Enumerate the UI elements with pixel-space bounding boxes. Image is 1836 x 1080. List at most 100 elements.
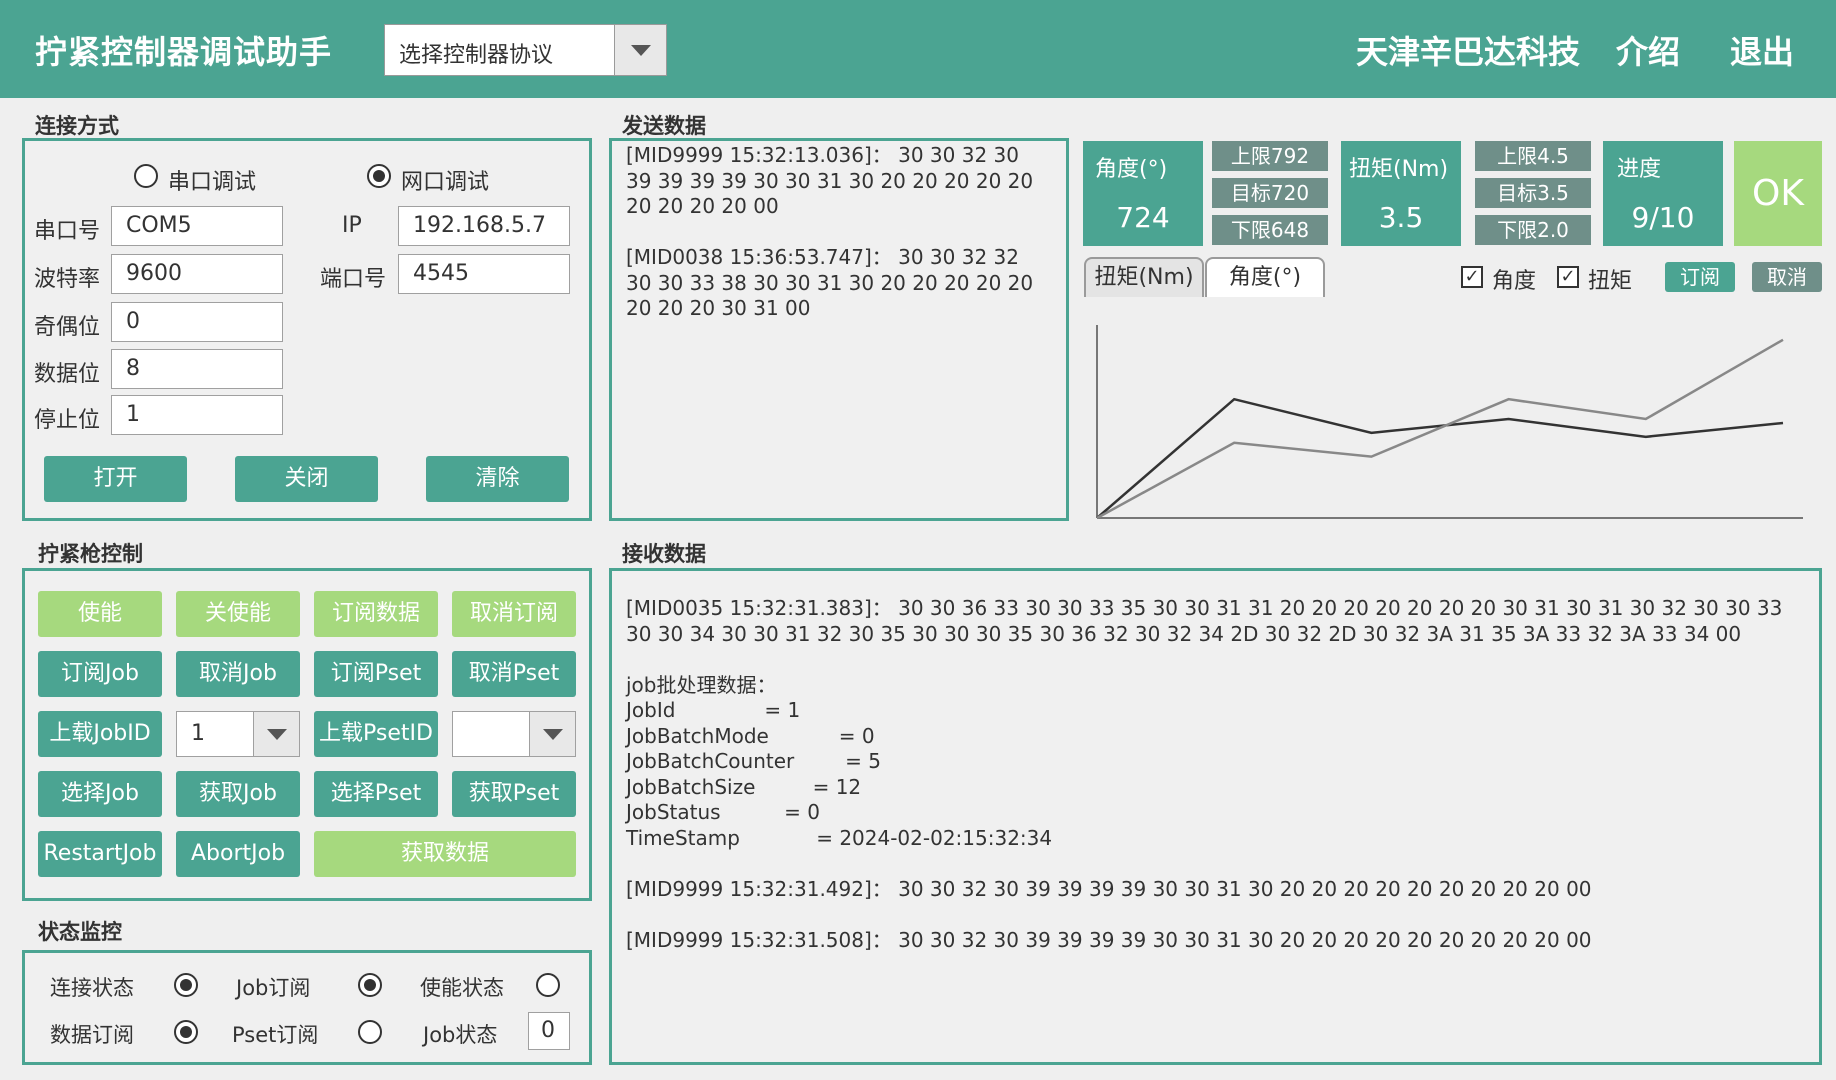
ip-input[interactable]: 192.168.5.7 (398, 206, 570, 246)
angle-checkbox-label: 角度 (1492, 269, 1537, 294)
progress-tile-label: 进度 (1617, 157, 1662, 182)
subscribe-pset-button[interactable]: 订阅Pset (314, 651, 438, 697)
cancel-job-button[interactable]: 取消Job (176, 651, 300, 697)
parity-input[interactable]: 0 (111, 302, 283, 342)
cancel-button[interactable]: 取消 (1752, 262, 1822, 292)
status-dot-icon (358, 1020, 382, 1044)
progress-tile-value: 9/10 (1631, 201, 1695, 234)
status-dot-icon (174, 1020, 198, 1044)
port-label: 端口号 (320, 267, 387, 292)
status-job-sub-label: Job订阅 (236, 976, 311, 1000)
network-mode-radio[interactable] (367, 164, 397, 194)
clear-button[interactable]: 清除 (426, 456, 569, 502)
job-id-value: 1 (191, 721, 205, 746)
stop-bits-input[interactable]: 1 (111, 395, 283, 435)
app-title: 拧紧控制器调试助手 (35, 33, 333, 71)
status-dot-icon (536, 973, 560, 997)
torque-target: 目标3.5 (1475, 178, 1591, 208)
send-data-box[interactable]: [MID9999 15:32:13.036]： 30 30 32 30 39 3… (609, 138, 1069, 521)
angle-tile-label: 角度(°) (1095, 157, 1168, 182)
protocol-dropdown-button[interactable] (614, 25, 666, 75)
series-line-1 (1096, 397, 1784, 519)
torque-upper-limit: 上限4.5 (1475, 141, 1591, 171)
torque-checkbox-label: 扭矩 (1588, 269, 1633, 294)
check-icon: ✓ (1464, 266, 1480, 287)
cancel-pset-button[interactable]: 取消Pset (452, 651, 576, 697)
open-button[interactable]: 打开 (44, 456, 187, 502)
chevron-down-icon (543, 729, 563, 740)
upload-jobid-button[interactable]: 上载JobID (38, 711, 162, 757)
port-input[interactable]: 4545 (398, 254, 570, 294)
status-connection-indicator (174, 973, 200, 999)
disable-button[interactable]: 关使能 (176, 591, 300, 637)
exit-button[interactable]: 退出 (1730, 27, 1794, 73)
curve-chart (1096, 325, 1803, 520)
receive-data-box[interactable]: [MID0035 15:32:31.383]： 30 30 36 33 30 3… (609, 568, 1822, 1065)
send-section-title: 发送数据 (622, 114, 706, 138)
tab-torque[interactable]: 扭矩(Nm) (1084, 257, 1204, 297)
progress-tile: 进度 9/10 (1603, 141, 1723, 246)
status-job-state-label: Job状态 (423, 1023, 498, 1047)
torque-tile: 扭矩(Nm) 3.5 (1341, 141, 1461, 246)
parity-label: 奇偶位 (34, 315, 101, 340)
get-data-button[interactable]: 获取数据 (314, 831, 576, 877)
chevron-down-icon (631, 45, 651, 56)
get-job-button[interactable]: 获取Job (176, 771, 300, 817)
check-icon: ✓ (1560, 266, 1576, 287)
torque-tile-label: 扭矩(Nm) (1349, 157, 1449, 182)
serial-mode-label: 串口调试 (168, 170, 257, 195)
gun-section-title: 拧紧枪控制 (38, 542, 143, 566)
angle-upper-limit: 上限792 (1212, 141, 1328, 171)
job-dropdown-button[interactable] (253, 712, 299, 756)
torque-lower-limit: 下限2.0 (1475, 215, 1591, 245)
upload-psetid-button[interactable]: 上载PsetID (314, 711, 438, 757)
unsubscribe-button[interactable]: 取消订阅 (452, 591, 576, 637)
restart-job-button[interactable]: RestartJob (38, 831, 162, 877)
status-section-title: 状态监控 (38, 920, 122, 944)
pset-dropdown-button[interactable] (529, 712, 575, 756)
connection-section-title: 连接方式 (35, 114, 119, 138)
protocol-select[interactable]: 选择控制器协议 (384, 24, 667, 76)
status-dot-icon (174, 973, 198, 997)
chevron-down-icon (267, 729, 287, 740)
ip-label: IP (342, 213, 362, 238)
receive-section-title: 接收数据 (622, 542, 706, 566)
enable-button[interactable]: 使能 (38, 591, 162, 637)
network-mode-label: 网口调试 (401, 170, 490, 195)
baud-rate-input[interactable]: 9600 (111, 254, 283, 294)
torque-tile-value: 3.5 (1378, 201, 1424, 234)
baud-rate-label: 波特率 (34, 267, 101, 292)
radio-icon (367, 164, 391, 188)
select-pset-button[interactable]: 选择Pset (314, 771, 438, 817)
data-bits-input[interactable]: 8 (111, 349, 283, 389)
status-data-sub-label: 数据订阅 (50, 1023, 134, 1047)
status-job-sub-indicator (358, 973, 384, 999)
job-id-combo[interactable]: 1 (176, 711, 300, 757)
data-bits-label: 数据位 (34, 362, 101, 387)
angle-checkbox[interactable]: ✓ (1461, 266, 1483, 288)
abort-job-button[interactable]: AbortJob (176, 831, 300, 877)
status-data-sub-indicator (174, 1020, 200, 1046)
select-job-button[interactable]: 选择Job (38, 771, 162, 817)
close-button[interactable]: 关闭 (235, 456, 378, 502)
subscribe-job-button[interactable]: 订阅Job (38, 651, 162, 697)
subscribe-button[interactable]: 订阅 (1665, 262, 1735, 292)
serial-port-label: 串口号 (34, 219, 101, 244)
status-enable-label: 使能状态 (420, 976, 504, 1000)
result-indicator: OK (1734, 141, 1822, 246)
subscribe-data-button[interactable]: 订阅数据 (314, 591, 438, 637)
radio-icon (134, 164, 158, 188)
serial-port-input[interactable]: COM5 (111, 206, 283, 246)
angle-tile-value: 724 (1116, 201, 1170, 234)
angle-lower-limit: 下限648 (1212, 215, 1328, 245)
torque-checkbox[interactable]: ✓ (1557, 266, 1579, 288)
pset-id-combo[interactable] (452, 711, 576, 757)
intro-button[interactable]: 介绍 (1616, 27, 1680, 73)
serial-mode-radio[interactable] (134, 164, 164, 194)
status-pset-sub-indicator (358, 1020, 384, 1046)
status-connection-label: 连接状态 (50, 976, 134, 1000)
get-pset-button[interactable]: 获取Pset (452, 771, 576, 817)
receive-data-text: [MID0035 15:32:31.383]： 30 30 36 33 30 3… (626, 596, 1783, 952)
status-enable-indicator (536, 973, 562, 999)
tab-angle[interactable]: 角度(°) (1205, 257, 1325, 297)
